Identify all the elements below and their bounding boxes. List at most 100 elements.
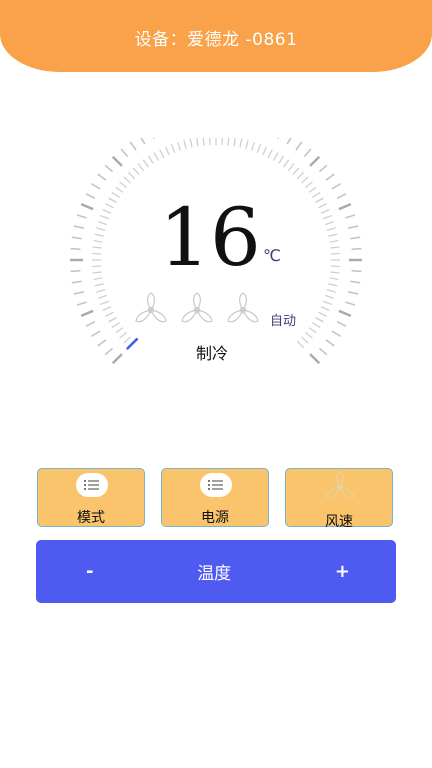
dial-outer-tick xyxy=(348,225,359,230)
dial-inner-tick xyxy=(323,300,332,306)
dial-inner-tick xyxy=(312,322,321,329)
dial-outer-tick xyxy=(111,155,123,167)
dial-inner-tick xyxy=(323,214,332,220)
dial-inner-tick xyxy=(105,311,114,317)
temperature-control-bar: - 温度 + xyxy=(36,540,396,603)
dial-inner-tick xyxy=(292,167,300,175)
dial-inner-tick xyxy=(92,271,102,274)
dial-inner-tick xyxy=(137,163,145,172)
dial-inner-tick xyxy=(278,155,285,164)
dial-outer-tick xyxy=(338,309,352,317)
dial-setpoint-indicator[interactable] xyxy=(126,337,139,350)
list-icon xyxy=(76,473,108,497)
dial-outer-tick xyxy=(85,193,96,199)
dial-inner-tick xyxy=(115,186,124,193)
dial-outer-tick xyxy=(80,203,94,211)
dial-inner-tick xyxy=(123,336,131,344)
dial-outer-tick xyxy=(350,280,361,284)
dial-inner-tick xyxy=(102,306,112,312)
dial-inner-tick xyxy=(142,159,149,168)
dial-outer-tick xyxy=(111,353,123,365)
dial-outer-tick xyxy=(348,290,359,295)
dial-inner-tick xyxy=(328,283,338,287)
dial-outer-tick xyxy=(73,290,84,295)
dial-inner-tick xyxy=(100,214,109,220)
dial-inner-tick xyxy=(94,233,104,237)
dial-outer-tick xyxy=(85,321,96,327)
dial-inner-tick xyxy=(147,155,154,164)
dial-inner-tick xyxy=(196,138,199,147)
dial-inner-tick xyxy=(318,203,327,209)
dial-outer-tick xyxy=(70,247,81,251)
dial-inner-tick xyxy=(93,239,103,243)
dial-outer-tick xyxy=(91,330,101,337)
dial-inner-tick xyxy=(159,149,165,158)
dial-inner-tick xyxy=(325,221,335,226)
dial-inner-tick xyxy=(329,239,339,243)
dial-inner-tick xyxy=(272,152,279,161)
dial-inner-tick xyxy=(301,336,309,344)
fan-level-icon xyxy=(135,292,167,323)
dial-inner-tick xyxy=(108,316,117,323)
dial-inner-tick xyxy=(308,186,317,193)
dial-outer-tick xyxy=(318,347,328,356)
dial-outer-tick xyxy=(350,236,361,240)
fan-speed-button-label: 风速 xyxy=(325,514,353,530)
dial-inner-tick xyxy=(202,138,205,146)
fan-level-indicators xyxy=(130,290,264,330)
fan-speed-button[interactable]: 风速 xyxy=(285,468,393,530)
dial-outer-tick xyxy=(129,141,137,151)
dial-inner-tick xyxy=(308,327,317,334)
dial-outer-tick xyxy=(336,321,347,327)
dial-inner-tick xyxy=(301,176,309,184)
dial-inner-tick xyxy=(267,149,273,158)
dial-inner-tick xyxy=(119,331,128,339)
dial-inner-tick xyxy=(287,163,295,172)
mode-button[interactable]: 模式 xyxy=(37,468,145,527)
dial-inner-tick xyxy=(111,191,120,198)
dial-outer-tick xyxy=(336,193,347,199)
dial-inner-tick xyxy=(320,208,330,214)
list-icon xyxy=(200,473,232,497)
fan-mode-label: 自动 xyxy=(270,314,297,329)
device-title: 设备：爱德龙 -0861 xyxy=(134,30,298,50)
dial-outer-tick xyxy=(331,330,341,337)
dial-outer-tick xyxy=(104,164,114,173)
power-button[interactable]: 电源 xyxy=(161,468,269,527)
dial-inner-tick xyxy=(325,294,335,299)
dial-inner-tick xyxy=(164,146,170,156)
dial-inner-tick xyxy=(330,271,340,274)
dial-inner-tick xyxy=(262,146,268,156)
temperature-increase-button[interactable]: + xyxy=(335,561,350,582)
dial-inner-tick xyxy=(250,141,255,151)
dial-inner-tick xyxy=(304,331,313,339)
dial-outer-tick xyxy=(303,148,312,158)
dial-outer-tick xyxy=(325,173,335,181)
mode-label: 制冷 xyxy=(196,344,229,363)
dial-inner-tick xyxy=(111,322,120,329)
dial-outer-tick xyxy=(76,301,87,306)
dial-inner-tick xyxy=(132,167,140,175)
dial-outer-tick xyxy=(76,214,87,219)
dial-inner-tick xyxy=(189,138,193,148)
dial-inner-tick xyxy=(105,203,114,209)
dial-inner-tick xyxy=(283,159,290,168)
dial-inner-tick xyxy=(97,294,107,299)
dial-inner-tick xyxy=(177,141,182,151)
dial-inner-tick xyxy=(170,144,176,153)
dial-inner-tick xyxy=(96,289,106,293)
dial-inner-tick xyxy=(97,221,107,226)
dial-inner-tick xyxy=(329,277,339,281)
fan-level-icon xyxy=(181,292,213,323)
dial-inner-tick xyxy=(239,138,243,148)
temperature-decrease-button[interactable]: - xyxy=(86,561,93,582)
dial-outer-tick xyxy=(351,269,362,273)
dial-inner-tick xyxy=(94,283,104,287)
dial-outer-tick xyxy=(91,183,101,190)
dial-outer-tick xyxy=(120,148,129,158)
dial-inner-tick xyxy=(119,181,128,189)
dial-outer-tick xyxy=(331,183,341,190)
dial-outer-tick xyxy=(309,353,321,365)
dial-inner-tick xyxy=(315,197,324,204)
dial-outer-tick xyxy=(140,138,146,145)
